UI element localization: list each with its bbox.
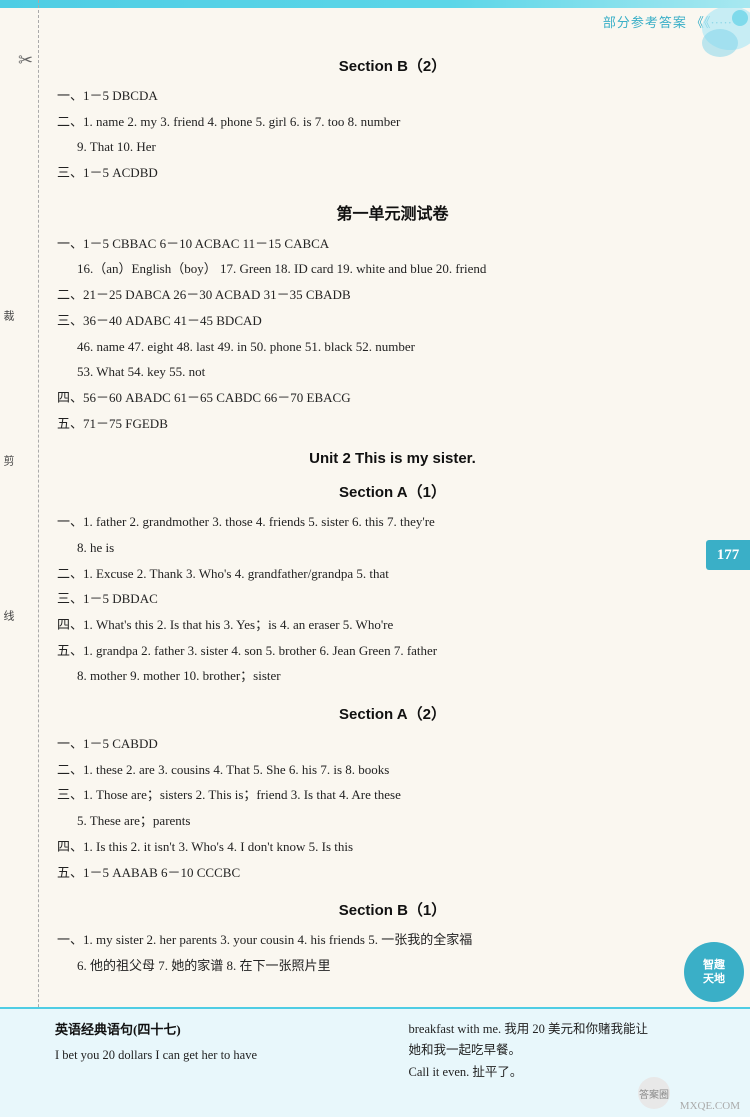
sa1-line2: 二、1. Excuse 2. Thank 3. Who's 4. grandfa…: [55, 562, 730, 587]
phrase-left-text: I bet you 20 dollars I can get her to ha…: [55, 1045, 385, 1066]
u1-line1: 一、1－5 CBBAC 6－10 ACBAC 11－15 CABCA: [55, 232, 730, 257]
side-label-xian: 线: [0, 610, 16, 623]
sa1-line5b: 8. mother 9. mother 10. brother；sister: [55, 664, 730, 689]
sa2-line3: 三、1. Those are；sisters 2. This is；friend…: [55, 783, 730, 808]
sa2-line3b: 5. These are；parents: [55, 809, 730, 834]
page-number: 177: [706, 540, 750, 570]
sa1-line5: 五、1. grandpa 2. father 3. sister 4. son …: [55, 639, 730, 664]
side-label-jian: 剪: [0, 455, 16, 468]
watermark-circle: 答案圈: [638, 1077, 670, 1109]
unit2-heading: Unit 2 This is my sister.: [55, 450, 730, 467]
main-content: Section B（2） 一、1－5 DBCDA 二、1. name 2. my…: [55, 31, 730, 990]
sb1-line1b: 6. 他的祖父母 7. 她的家谱 8. 在下一张照片里: [55, 954, 730, 979]
sb2-line2b: 9. That 10. Her: [55, 135, 730, 160]
top-right-decoration: [660, 8, 750, 78]
sb2-line2: 二、1. name 2. my 3. friend 4. phone 5. gi…: [55, 110, 730, 135]
bottom-left: 英语经典语句(四十七) I bet you 20 dollars I can g…: [0, 1009, 397, 1117]
phrase-right-cn2: 她和我一起吃早餐。: [409, 1040, 739, 1061]
sa2-line4: 四、1. Is this 2. it isn't 3. Who's 4. I d…: [55, 835, 730, 860]
sb2-line3: 三、1－5 ACDBD: [55, 161, 730, 186]
u1-line1b: 16.（an）English（boy） 17. Green 18. ID car…: [55, 257, 730, 282]
section-b2-heading: Section B（2）: [55, 55, 730, 76]
sa2-line5: 五、1－5 AABAB 6－10 CCCBC: [55, 861, 730, 886]
u1-line4: 四、56－60 ABADC 61－65 CABDC 66－70 EBACG: [55, 386, 730, 411]
cut-line: [38, 0, 39, 1117]
sb1-line1: 一、1. my sister 2. her parents 3. your co…: [55, 928, 730, 953]
sa2-line2: 二、1. these 2. are 3. cousins 4. That 5. …: [55, 758, 730, 783]
sa1-line3: 三、1－5 DBDAC: [55, 587, 730, 612]
phrase-title: 英语经典语句(四十七): [55, 1019, 385, 1041]
u1-line5: 五、71－75 FGEDB: [55, 412, 730, 437]
unit1-heading: 第一单元测试卷: [55, 200, 730, 224]
sb2-line1: 一、1－5 DBCDA: [55, 84, 730, 109]
sb1-heading: Section B（1）: [55, 899, 730, 920]
phrase-right-cn: breakfast with me. 我用 20 美元和你赌我能让: [409, 1019, 739, 1040]
sa1-line1: 一、1. father 2. grandmother 3. those 4. f…: [55, 510, 730, 535]
scissors-icon: ✂: [18, 50, 33, 71]
u1-line3: 三、36－40 ADABC 41－45 BDCAD: [55, 309, 730, 334]
sa1-heading: Section A（1）: [55, 481, 730, 502]
u1-line2: 二、21－25 DABCA 26－30 ACBAD 31－35 CBADB: [55, 283, 730, 308]
sa1-line1b: 8. he is: [55, 536, 730, 561]
sa2-heading: Section A（2）: [55, 703, 730, 724]
bottom-phrase-box: 英语经典语句(四十七) I bet you 20 dollars I can g…: [0, 1007, 750, 1117]
phrase-right-extra: Call it even. 扯平了。: [409, 1062, 739, 1083]
bottom-watermark: MXQE.COM: [680, 1100, 740, 1112]
page-wrapper: 部分参考答案 《《····· ✂ 裁 剪 线 177 Section B（2） …: [0, 0, 750, 1117]
top-bar: [0, 0, 750, 8]
u1-line3b: 46. name 47. eight 48. last 49. in 50. p…: [55, 335, 730, 360]
watermark-area: 答案圈: [638, 1077, 670, 1109]
header-area: 部分参考答案 《《·····: [0, 8, 750, 31]
side-label-cai: 裁: [0, 310, 16, 323]
sa1-line4: 四、1. What's this 2. Is that his 3. Yes；i…: [55, 613, 730, 638]
side-deco-circle: 智趣 天地: [684, 942, 744, 1002]
u1-line3c: 53. What 54. key 55. not: [55, 360, 730, 385]
sa2-line1: 一、1－5 CABDD: [55, 732, 730, 757]
